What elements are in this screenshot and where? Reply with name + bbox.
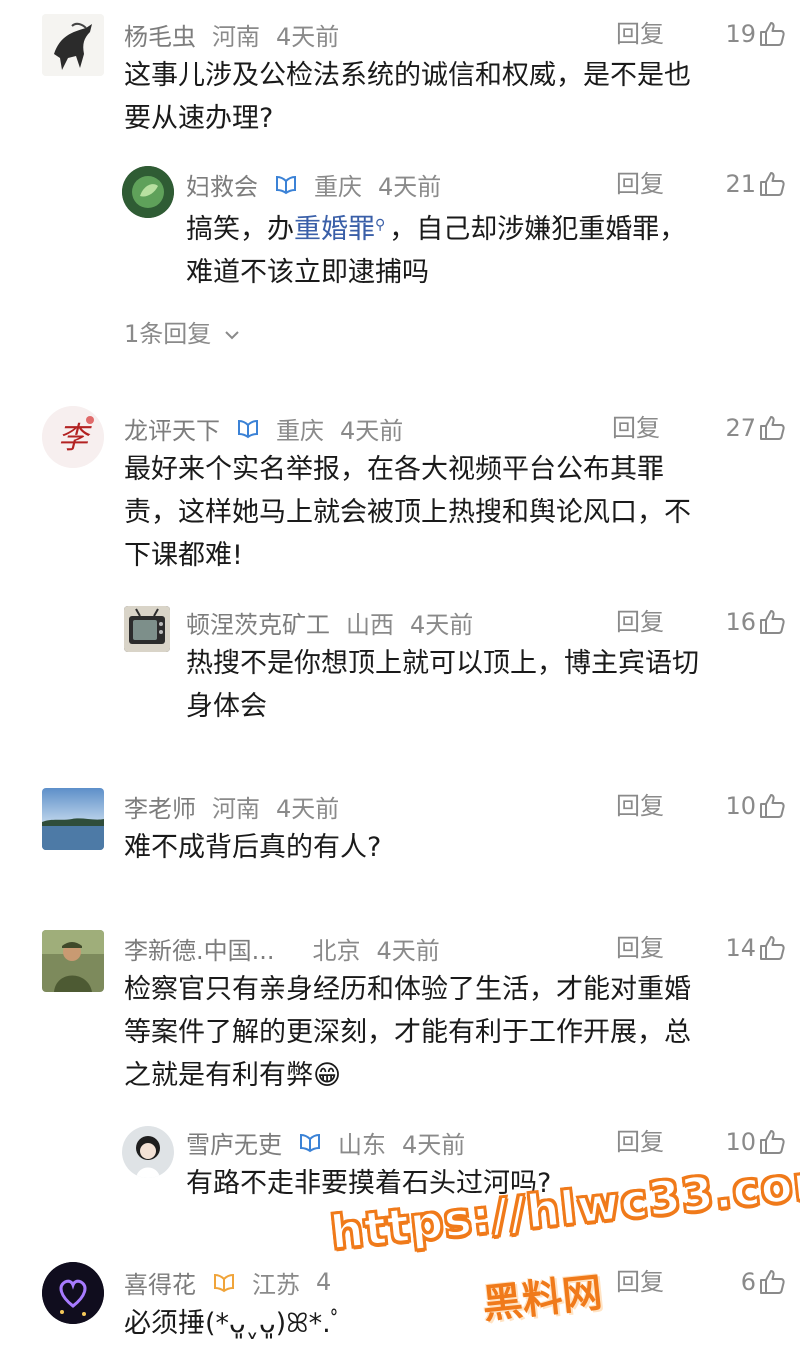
avatar[interactable] — [42, 1262, 104, 1324]
timestamp: 4 — [316, 1268, 332, 1296]
thumbs-up-icon[interactable] — [758, 1268, 786, 1296]
like-count: 6 — [740, 1268, 756, 1296]
comment-text: 必须捶(*ᴗ͈ˬᴗ͈)ꕤ*.ﾟ — [124, 1308, 345, 1339]
location: 江苏 — [252, 1270, 300, 1299]
author-name[interactable]: 喜得花 — [124, 1265, 196, 1300]
comment-item: 喜得花 江苏 4 回复 6 必须捶(*ᴗ͈ˬᴗ͈)ꕤ*.ﾟ — [0, 0, 800, 1367]
reply-button[interactable]: 回复 — [616, 1262, 664, 1302]
verified-badge-icon — [214, 1273, 234, 1293]
purple-heart-lights-icon — [42, 1262, 104, 1324]
